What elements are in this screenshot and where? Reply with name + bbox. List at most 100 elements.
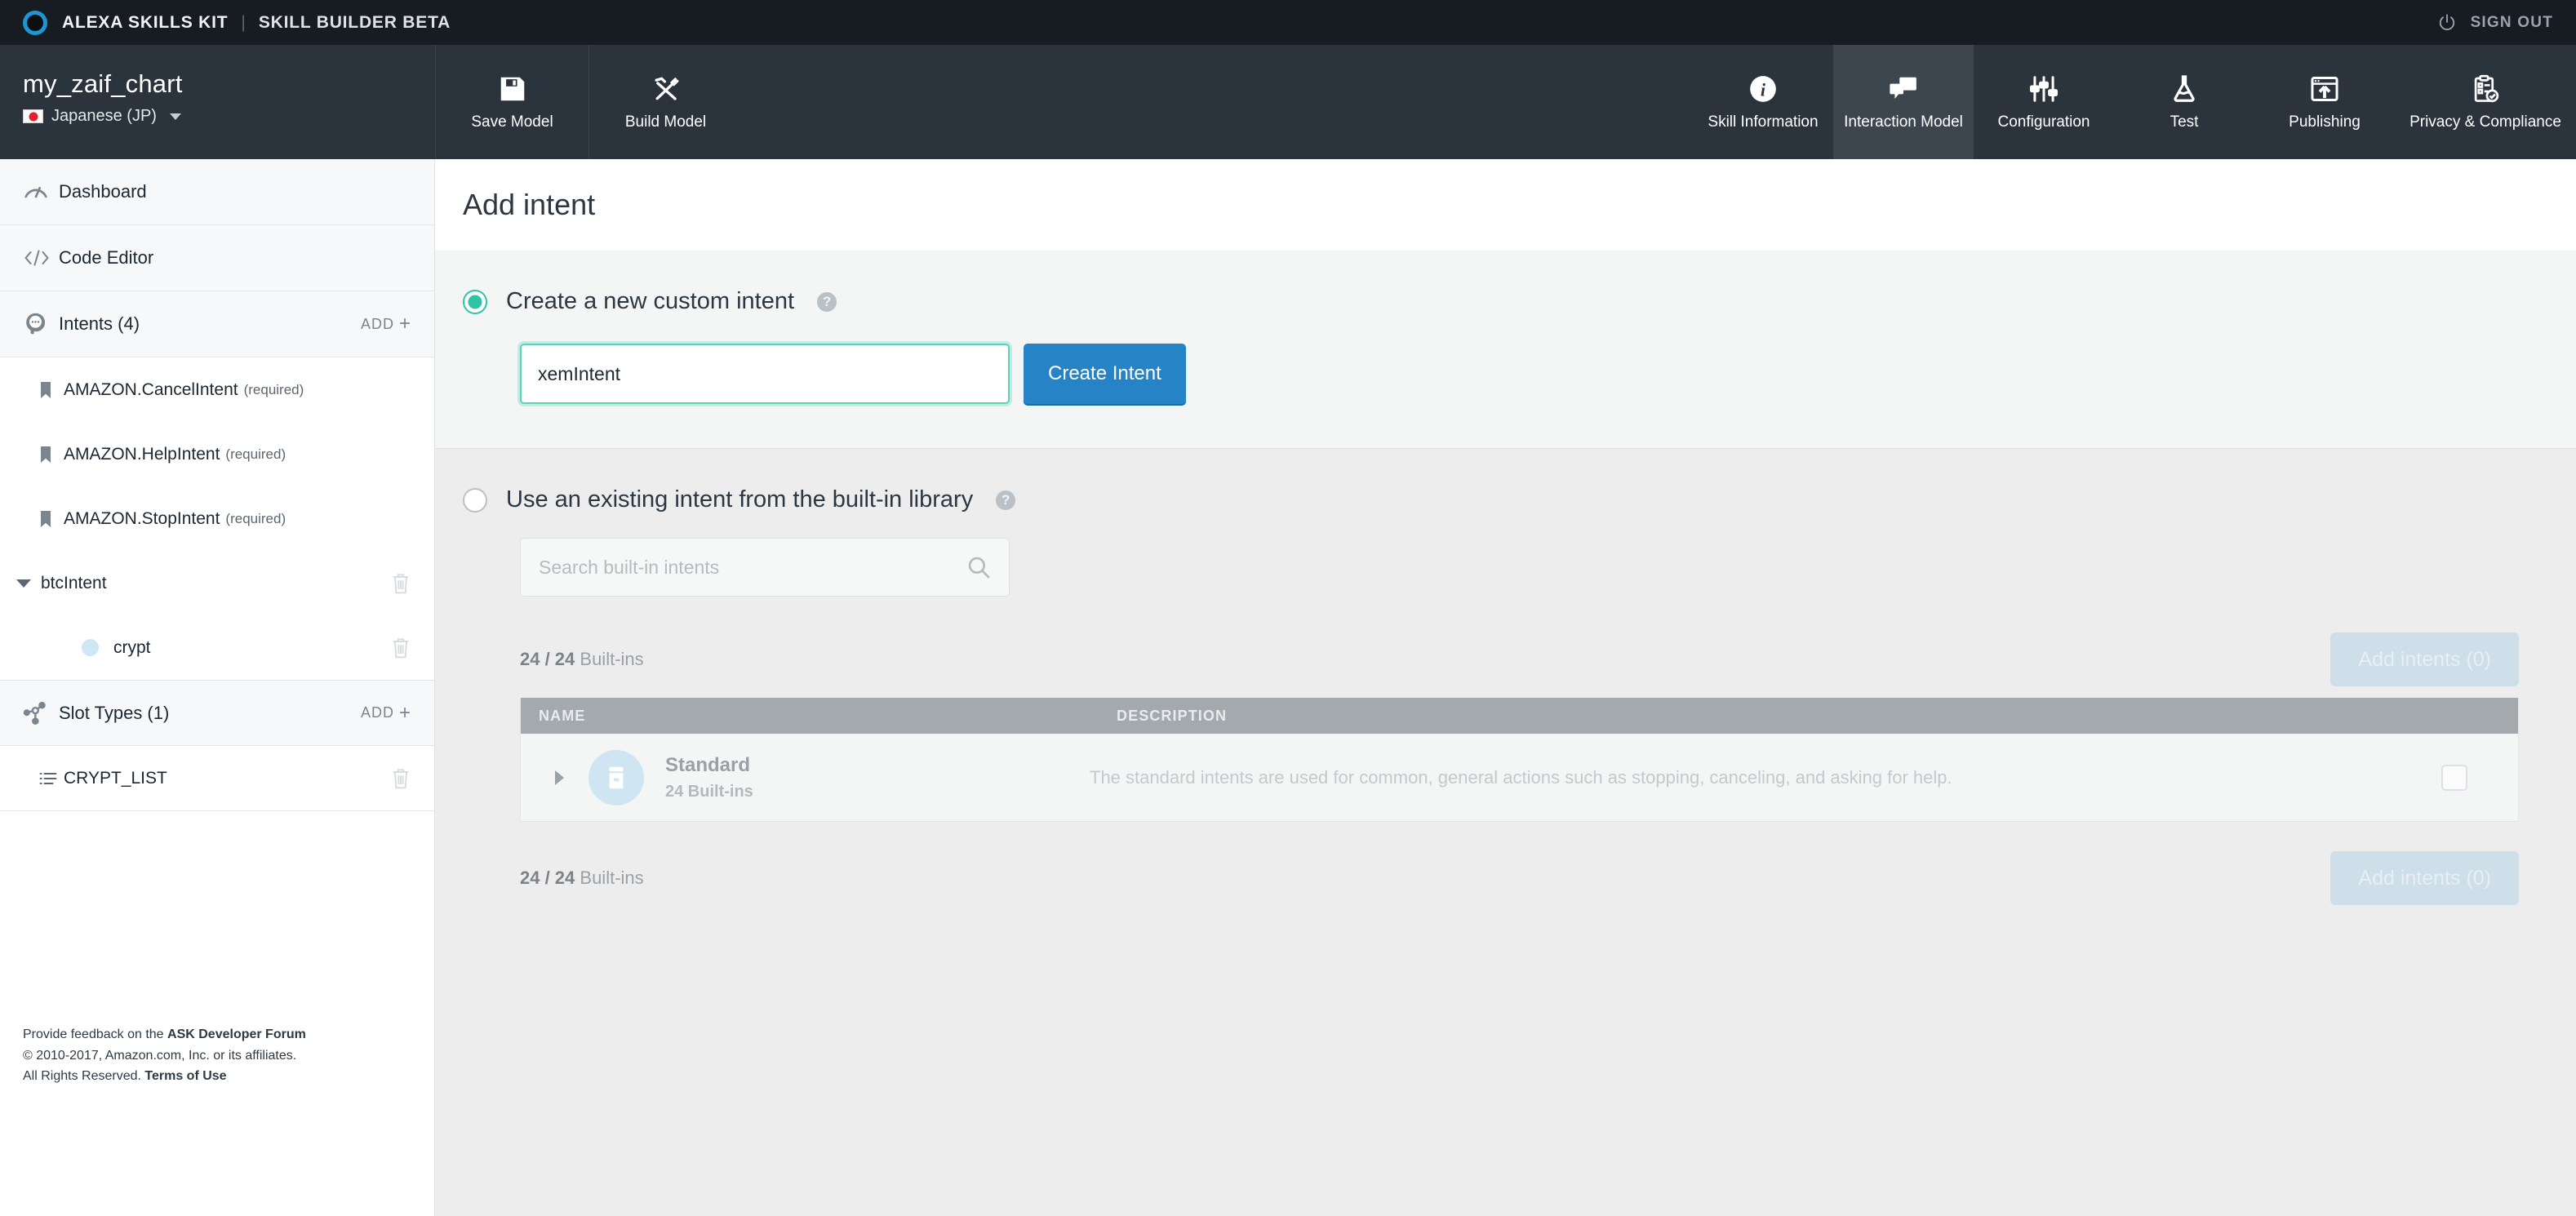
bookmark-icon [39, 381, 64, 399]
list-item[interactable]: AMAZON.StopIntent (required) [0, 486, 434, 551]
list-item[interactable]: AMAZON.HelpIntent (required) [0, 422, 434, 486]
sidebar-item-code-editor-label: Code Editor [59, 247, 154, 268]
sidebar-item-slot-types-label: Slot Types (1) [59, 702, 170, 723]
row-name-cell: Standard 24 Built-ins [665, 754, 1090, 801]
row-checkbox[interactable] [2441, 764, 2467, 791]
chevron-right-icon[interactable] [555, 770, 564, 785]
builtins-count-top: 24 / 24 Built-ins [520, 649, 644, 670]
signout-area[interactable]: SIGN OUT [2436, 12, 2553, 33]
code-brackets-icon [23, 247, 59, 268]
standard-intents-avatar-icon [588, 749, 644, 805]
app-header: my_zaif_chart Japanese (JP) Save Model B… [0, 45, 2576, 159]
bookmark-icon [39, 446, 64, 464]
row-description: The standard intents are used for common… [1090, 766, 1952, 788]
alexa-logo [23, 10, 47, 35]
speech-bubbles-icon [1888, 73, 1919, 104]
add-intent-label: ADD [360, 315, 394, 332]
tab-privacy-compliance[interactable]: Privacy & Compliance [2395, 45, 2576, 159]
delete-icon[interactable] [390, 637, 411, 659]
builtins-count-top-bold: 24 / 24 [520, 649, 575, 669]
list-item-custom-intent[interactable]: btcIntent [0, 551, 434, 615]
help-icon[interactable]: ? [817, 291, 837, 312]
main-content: Add intent Create a new custom intent ? … [435, 159, 2576, 1216]
builtins-count-bottom: 24 / 24 Built-ins [520, 868, 644, 889]
project-name: my_zaif_chart [23, 69, 183, 98]
tab-interaction-model-label: Interaction Model [1844, 113, 1963, 131]
delete-icon[interactable] [390, 572, 411, 595]
locale-selector[interactable]: Japanese (JP) [23, 107, 435, 126]
page-title-bar: Add intent [435, 159, 2576, 251]
chevron-down-icon[interactable] [16, 579, 31, 588]
plus-icon: + [398, 701, 411, 724]
slot-type-name: CRYPT_LIST [64, 768, 167, 788]
chevron-down-icon[interactable] [169, 113, 181, 120]
tab-test[interactable]: Test [2114, 45, 2254, 159]
slot-name: crypt [113, 637, 151, 657]
create-intent-row: Create Intent [520, 344, 2576, 404]
sidebar-item-intents-label: Intents (4) [59, 313, 140, 334]
search-input[interactable] [520, 538, 1010, 597]
column-header-description: DESCRIPTION [1117, 707, 1228, 724]
list-item[interactable]: AMAZON.CancelIntent (required) [0, 357, 434, 422]
info-icon: i [1748, 73, 1779, 104]
tab-skill-information-label: Skill Information [1708, 113, 1819, 131]
intent-head-icon [23, 311, 59, 337]
gauge-icon [23, 179, 59, 205]
add-intents-button-bottom[interactable]: Add intents (0) [2330, 851, 2519, 905]
top-bar: ALEXA SKILLS KIT | SKILL BUILDER BETA SI… [0, 0, 2576, 45]
svg-text:i: i [1761, 79, 1766, 100]
builtins-count-bottom-bold: 24 / 24 [520, 868, 575, 888]
rights-line: All Rights Reserved. Terms of Use [23, 1066, 306, 1087]
ask-developer-forum-link[interactable]: ASK Developer Forum [167, 1027, 306, 1041]
signout-label[interactable]: SIGN OUT [2471, 14, 2553, 32]
tab-skill-information[interactable]: i Skill Information [1693, 45, 1833, 159]
tab-publishing[interactable]: Publishing [2254, 45, 2395, 159]
intent-name: AMAZON.StopIntent [64, 508, 220, 528]
column-header-name: NAME [539, 707, 586, 724]
build-model-label: Build Model [624, 113, 707, 131]
sidebar-item-slot-types[interactable]: Slot Types (1) ADD + [0, 680, 434, 746]
custom-intent-name: btcIntent [41, 573, 107, 592]
app-body: Dashboard Code Editor Intents (4) ADD + … [0, 159, 2576, 1216]
help-icon[interactable]: ? [996, 490, 1016, 510]
add-slot-type-label: ADD [360, 704, 394, 721]
save-model-button[interactable]: Save Model [435, 45, 588, 159]
sidebar-item-intents[interactable]: Intents (4) ADD + [0, 291, 434, 357]
intent-required-label: (required) [225, 510, 286, 526]
builtins-count-row-top: 24 / 24 Built-ins Add intents (0) [520, 632, 2519, 686]
sidebar-item-dashboard[interactable]: Dashboard [0, 159, 434, 225]
build-model-button[interactable]: Build Model [588, 45, 742, 159]
tab-interaction-model[interactable]: Interaction Model [1833, 45, 1974, 159]
table-row[interactable]: Standard 24 Built-ins The standard inten… [521, 734, 2518, 821]
add-slot-type-button[interactable]: ADD + [360, 701, 411, 724]
feedback-prefix: Provide feedback on the [23, 1027, 168, 1041]
rights-prefix: All Rights Reserved. [23, 1069, 145, 1084]
bookmark-icon [39, 510, 64, 528]
sidebar-item-code-editor[interactable]: Code Editor [0, 225, 434, 291]
terms-of-use-link[interactable]: Terms of Use [144, 1069, 226, 1083]
intent-required-label: (required) [243, 381, 304, 397]
add-intent-button[interactable]: ADD + [360, 314, 411, 334]
intent-name-input[interactable] [520, 344, 1010, 404]
intent-name: AMAZON.HelpIntent [64, 444, 220, 464]
create-intent-button[interactable]: Create Intent [1024, 344, 1186, 404]
list-item-slot[interactable]: crypt [0, 615, 434, 680]
tab-configuration-label: Configuration [1997, 113, 2090, 131]
page-title: Add intent [463, 188, 596, 221]
delete-icon[interactable] [390, 767, 411, 790]
existing-intent-option[interactable]: Use an existing intent from the built-in… [463, 486, 2576, 513]
add-intents-button-top[interactable]: Add intents (0) [2330, 632, 2519, 686]
tab-privacy-compliance-label: Privacy & Compliance [2409, 113, 2561, 131]
builtins-count-top-rest: Built-ins [575, 649, 644, 669]
sidebar-footer: Provide feedback on the ASK Developer Fo… [23, 1024, 306, 1087]
create-intent-option[interactable]: Create a new custom intent ? [463, 288, 2576, 315]
save-model-label: Save Model [471, 113, 553, 131]
locale-label: Japanese (JP) [51, 107, 157, 125]
radio-create-new-intent[interactable] [463, 289, 487, 314]
tab-configuration[interactable]: Configuration [1974, 45, 2114, 159]
radio-use-existing-intent[interactable] [463, 487, 487, 513]
slot-graph-icon [23, 700, 59, 726]
power-icon[interactable] [2436, 12, 2458, 33]
feedback-line: Provide feedback on the ASK Developer Fo… [23, 1024, 306, 1045]
list-item-slot-type[interactable]: CRYPT_LIST [0, 746, 434, 810]
